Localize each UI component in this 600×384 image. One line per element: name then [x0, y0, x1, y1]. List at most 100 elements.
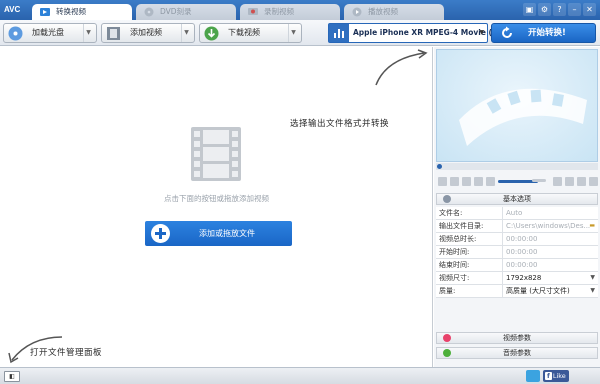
open-panel-hint: 打开文件管理面板 [30, 348, 103, 358]
hint-arrow-icon [375, 49, 428, 86]
plus-circle-icon [151, 224, 170, 243]
property-row-filename: 文件名: Auto [436, 207, 598, 220]
basic-options-header[interactable]: 基本选项 [436, 193, 598, 205]
player-controls [436, 173, 598, 189]
tab-label: DVD刻录 [160, 7, 192, 16]
play-icon[interactable] [438, 176, 447, 186]
property-label: 视频总时长: [436, 233, 503, 245]
property-label: 输出文件目录: [436, 220, 503, 232]
property-row-output-dir: 输出文件目录: C:\Users\windows\Des... ▬ [436, 220, 598, 233]
tab-label: 转换视频 [56, 7, 86, 16]
select-format-hint: 选择输出文件格式并转换 [290, 119, 390, 129]
download-video-button[interactable]: 下载视频 ▼ [199, 23, 302, 43]
basic-options-table: 文件名: Auto 输出文件目录: C:\Users\windows\Des..… [436, 207, 598, 298]
chevron-down-icon[interactable]: ▼ [83, 24, 93, 42]
file-drop-area[interactable]: 选择输出文件格式并转换 点击下面的按钮或拖放添加视频 添加或拖放文件 打开文件管… [0, 47, 433, 367]
download-video-label: 下载视频 [228, 28, 260, 37]
facebook-icon: f [545, 372, 552, 380]
window-controls: ▣ ⚙ ? – ✕ [523, 3, 596, 16]
status-bar: ◧ f Like [0, 367, 600, 384]
facebook-like-label: Like [552, 372, 566, 380]
skin-icon[interactable]: ▣ [523, 3, 536, 16]
tab-label: 播放视频 [368, 7, 398, 16]
film-reel-icon [459, 88, 587, 146]
add-or-drop-file-label: 添加或拖放文件 [199, 229, 255, 238]
property-row-end-time: 结束时间: 00:00:00 [436, 259, 598, 272]
chevron-down-icon: ▼ [590, 274, 595, 281]
tab-record-video[interactable]: 录制视频 [240, 4, 340, 20]
globe-download-icon [204, 26, 219, 41]
video-params-header[interactable]: 视频参数 [436, 332, 598, 344]
property-row-video-size: 视频尺寸: 1792x828 ▼ [436, 272, 598, 285]
tab-play-video[interactable]: 播放视频 [344, 4, 444, 20]
snapshot-icon[interactable] [553, 176, 562, 186]
effects-icon[interactable] [577, 176, 586, 186]
end-time-field[interactable]: 00:00:00 [503, 259, 598, 271]
film-add-icon [107, 27, 120, 40]
right-panel: 基本选项 文件名: Auto 输出文件目录: C:\Users\windows\… [434, 47, 600, 367]
chevron-down-icon[interactable]: ▼ [288, 24, 298, 42]
output-dir-value: C:\Users\windows\Des... [506, 222, 591, 230]
minimize-icon[interactable]: – [568, 3, 581, 16]
filename-field[interactable]: Auto [503, 207, 598, 219]
file-panel-toggle-icon[interactable]: ◧ [4, 371, 20, 382]
video-size-select[interactable]: 1792x828 ▼ [503, 272, 598, 284]
tab-convert-video[interactable]: 转换视频 [32, 4, 132, 20]
quality-select[interactable]: 高质量 (大尺寸文件) ▼ [503, 285, 598, 297]
video-params-icon [443, 334, 451, 342]
twitter-icon[interactable] [526, 370, 540, 382]
volume-icon[interactable] [486, 176, 495, 186]
chevron-down-icon[interactable]: ▼ [181, 24, 191, 42]
audio-params-header[interactable]: 音频参数 [436, 347, 598, 359]
property-row-start-time: 开始时间: 00:00:00 [436, 246, 598, 259]
chevron-down-icon: ▼ [479, 29, 484, 36]
tab-dvd-burn[interactable]: DVD刻录 [136, 4, 236, 20]
add-video-label: 添加视频 [130, 28, 162, 37]
add-or-drop-file-button[interactable]: 添加或拖放文件 [145, 221, 292, 246]
property-row-quality: 质量: 高质量 (大尺寸文件) ▼ [436, 285, 598, 298]
output-format-select[interactable]: Apple iPhone XR MPEG-4 Movie (*.m... ▼ [328, 23, 515, 43]
video-preview [436, 49, 598, 162]
audio-params-label: 音频参数 [503, 349, 531, 357]
folder-icon[interactable]: ▬ [589, 220, 595, 232]
crop-icon[interactable] [565, 176, 574, 186]
start-time-field[interactable]: 00:00:00 [503, 246, 598, 258]
seek-handle[interactable] [437, 164, 442, 169]
play-icon [352, 7, 362, 17]
convert-icon [40, 8, 50, 16]
property-label: 开始时间: [436, 246, 503, 258]
seek-bar[interactable] [436, 163, 598, 170]
volume-slider[interactable] [498, 178, 546, 183]
format-bars-icon [329, 24, 349, 42]
app-logo: AVC [4, 5, 21, 14]
start-convert-label: 开始转换! [528, 28, 566, 38]
load-disc-button[interactable]: 加载光盘 ▼ [3, 23, 97, 43]
video-size-value: 1792x828 [506, 274, 542, 282]
help-icon[interactable]: ? [553, 3, 566, 16]
property-label: 结束时间: [436, 259, 503, 271]
duration-value: 00:00:00 [506, 235, 538, 243]
quality-value: 高质量 (大尺寸文件) [506, 287, 570, 295]
collapse-icon [443, 195, 451, 203]
title-bar: AVC 转换视频 DVD刻录 录制视频 播放视频 ▣ ⚙ ? – ✕ [0, 0, 600, 20]
output-dir-field[interactable]: C:\Users\windows\Des... ▬ [503, 220, 598, 232]
close-icon[interactable]: ✕ [583, 3, 596, 16]
audio-params-icon [443, 349, 451, 357]
chevron-down-icon: ▼ [590, 287, 595, 294]
next-frame-icon[interactable] [474, 176, 483, 186]
film-strip-icon [191, 127, 241, 181]
previous-frame-icon[interactable] [462, 176, 471, 186]
basic-options-label: 基本选项 [503, 195, 531, 203]
disc-icon [144, 7, 154, 17]
facebook-like-button[interactable]: f Like [543, 370, 569, 382]
toolbar: 加载光盘 ▼ 添加视频 ▼ 下载视频 ▼ Apple iPhone XR MPE… [0, 20, 600, 46]
tab-label: 录制视频 [264, 7, 294, 16]
start-convert-button[interactable]: 开始转换! [491, 23, 596, 43]
stop-icon[interactable] [450, 176, 459, 186]
settings-icon[interactable]: ⚙ [538, 3, 551, 16]
property-row-duration: 视频总时长: 00:00:00 [436, 233, 598, 246]
add-video-button[interactable]: 添加视频 ▼ [101, 23, 195, 43]
property-label: 视频尺寸: [436, 272, 503, 284]
fullscreen-icon[interactable] [589, 176, 598, 186]
load-disc-label: 加载光盘 [32, 28, 64, 37]
